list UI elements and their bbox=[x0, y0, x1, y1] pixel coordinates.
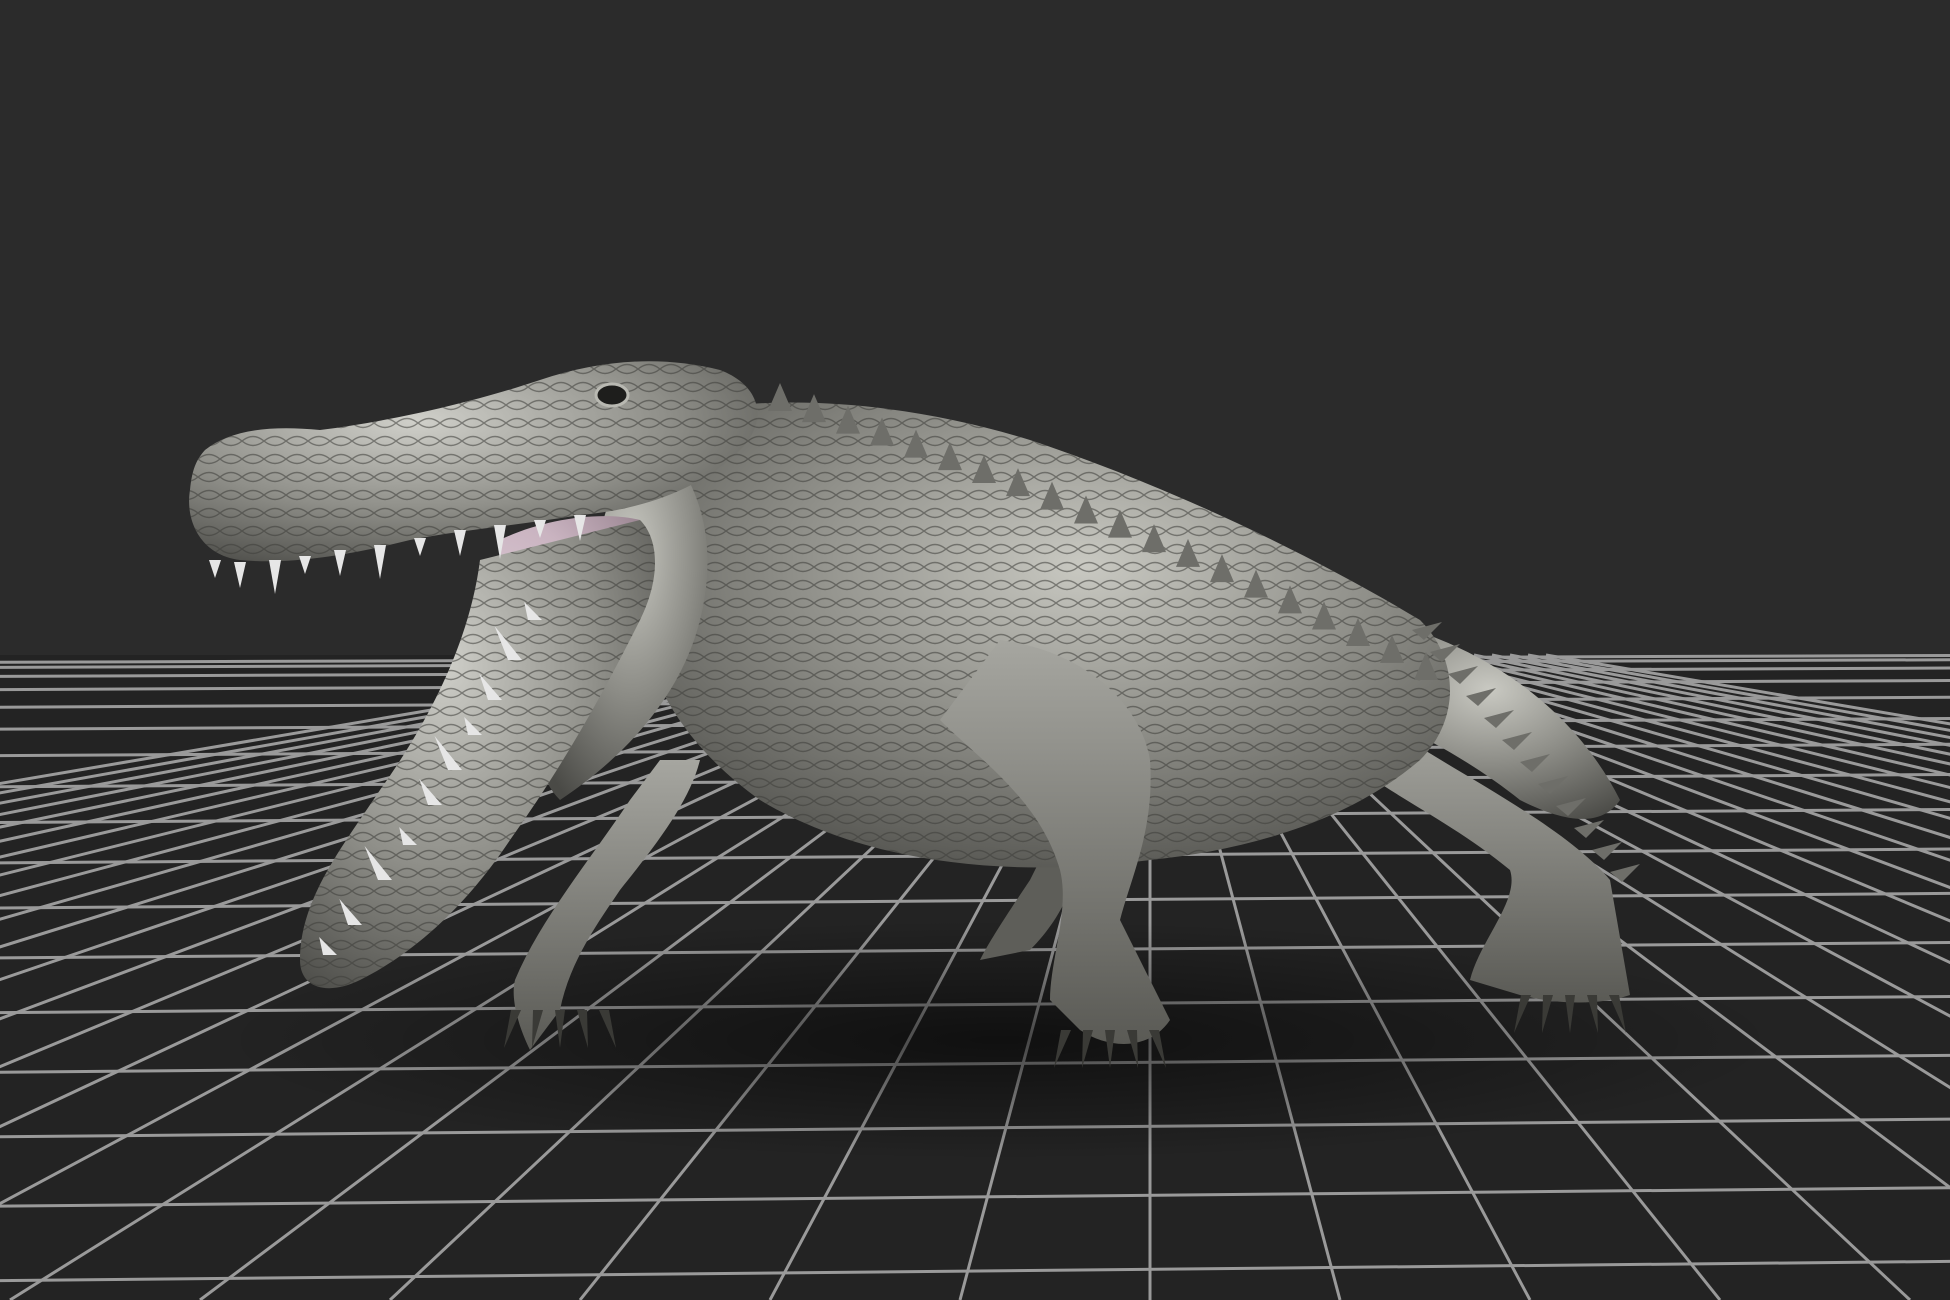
crocodile-eye bbox=[594, 382, 630, 408]
3d-viewport[interactable] bbox=[0, 0, 1950, 1300]
viewport-canvas[interactable] bbox=[0, 0, 1950, 1300]
